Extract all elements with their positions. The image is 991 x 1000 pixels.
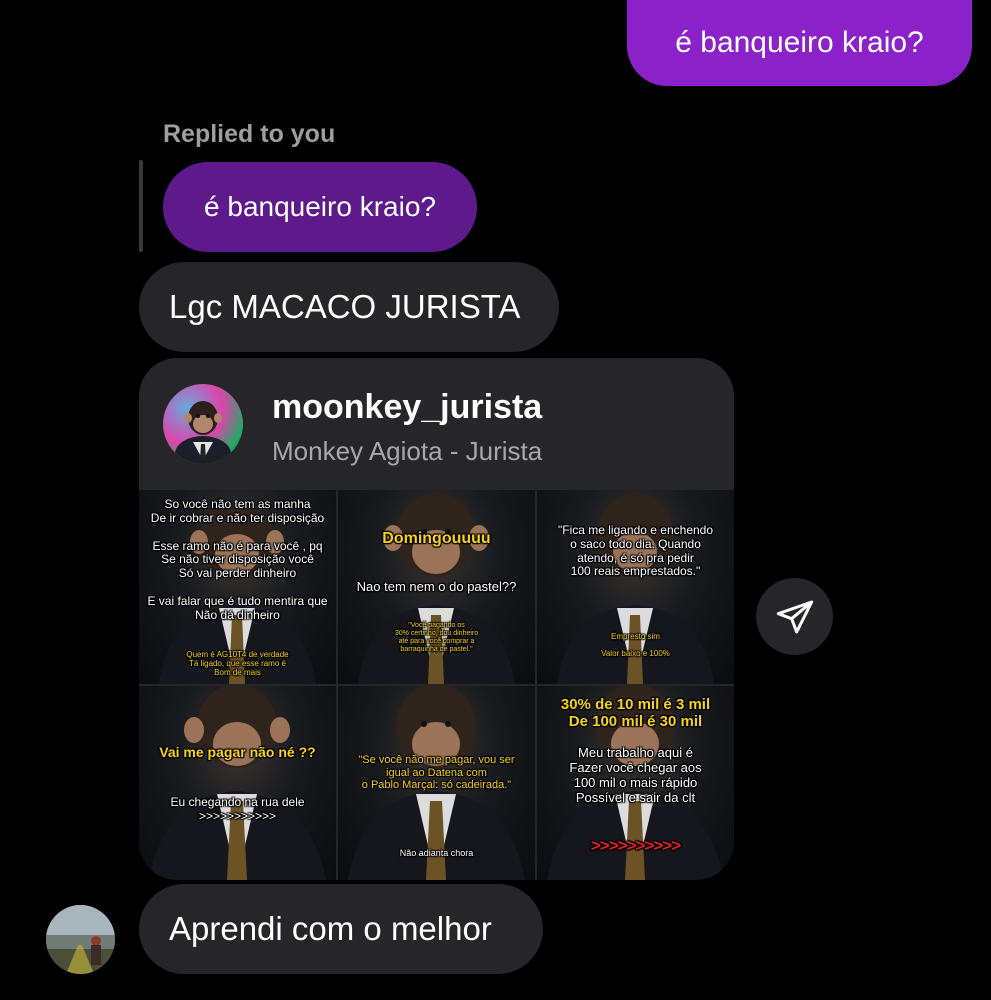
avatar-photo bbox=[46, 905, 115, 974]
paper-plane-icon bbox=[776, 600, 813, 633]
profile-post-grid: So você não tem as manha De ir cobrar e … bbox=[139, 490, 734, 880]
post-thumbnail[interactable]: Domingouuuu Nao tem nem o do pastel?? "V… bbox=[338, 490, 535, 684]
post-thumbnail[interactable]: So você não tem as manha De ir cobrar e … bbox=[139, 490, 336, 684]
post-thumbnail[interactable]: 30% de 10 mil é 3 mil De 100 mil é 30 mi… bbox=[537, 686, 734, 880]
received-message-text: Lgc MACACO JURISTA bbox=[169, 288, 521, 325]
monkey-image bbox=[149, 686, 326, 880]
received-message-bubble[interactable]: Lgc MACACO JURISTA bbox=[139, 262, 559, 352]
shared-profile-card[interactable]: moonkey_jurista Monkey Agiota - Jurista … bbox=[139, 358, 734, 880]
sender-avatar[interactable] bbox=[46, 905, 115, 974]
received-message-text: Aprendi com o melhor bbox=[169, 910, 492, 947]
share-button[interactable] bbox=[756, 578, 833, 655]
post-thumbnail[interactable]: Vai me pagar não né ?? Eu chegando na ru… bbox=[139, 686, 336, 880]
sent-message-text: é banqueiro kraio? bbox=[675, 26, 924, 59]
profile-avatar bbox=[163, 384, 243, 464]
sent-message-bubble[interactable]: é banqueiro kraio? bbox=[627, 0, 972, 86]
reply-quote-text: é banqueiro kraio? bbox=[204, 191, 436, 222]
replied-to-label: Replied to you bbox=[163, 120, 336, 148]
post-thumbnail[interactable]: "Fica me ligando e enchendo o saco todo … bbox=[537, 490, 734, 684]
profile-full-name: Monkey Agiota - Jurista bbox=[272, 436, 543, 466]
shared-profile-header[interactable]: moonkey_jurista Monkey Agiota - Jurista bbox=[139, 358, 734, 490]
reply-indicator-bar bbox=[139, 160, 143, 252]
received-message-bubble[interactable]: Aprendi com o melhor bbox=[139, 884, 543, 974]
post-thumbnail[interactable]: "Se você não me pagar, vou ser igual ao … bbox=[338, 686, 535, 880]
profile-username: moonkey_jurista bbox=[272, 388, 543, 426]
reply-quote-bubble[interactable]: é banqueiro kraio? bbox=[163, 162, 477, 252]
